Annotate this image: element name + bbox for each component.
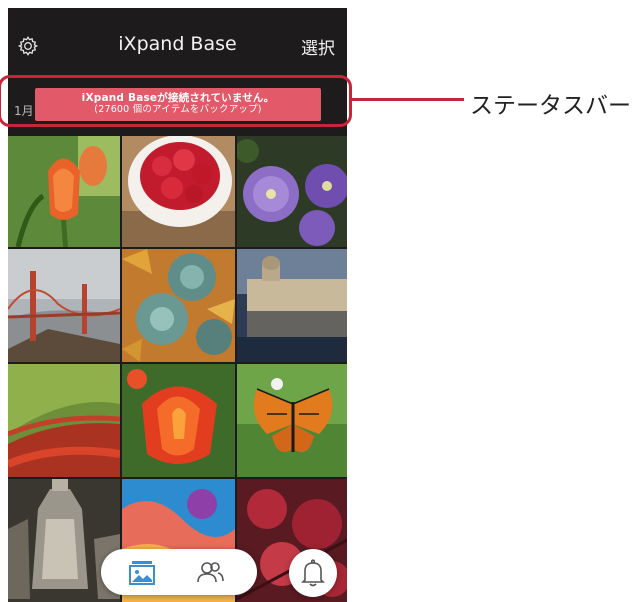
photo-thumbnail[interactable] [122, 136, 235, 247]
photos-icon[interactable] [129, 561, 155, 585]
photo-thumbnail[interactable] [237, 364, 347, 477]
photo-thumbnail[interactable] [8, 136, 120, 247]
app-title: iXpand Base [118, 33, 237, 55]
app-header: iXpand Base 選択 [8, 8, 347, 74]
select-button[interactable]: 選択 [301, 34, 335, 59]
callout-label: ステータスバー [470, 93, 631, 119]
photo-thumbnail[interactable] [122, 364, 235, 477]
status-bar-highlight [0, 75, 352, 127]
notifications-button[interactable] [289, 549, 337, 597]
bottom-tab-bar [101, 549, 257, 595]
callout-leader-line [352, 98, 464, 101]
photo-thumbnail[interactable] [8, 364, 120, 477]
photo-thumbnail[interactable] [237, 136, 347, 247]
photo-thumbnail[interactable] [237, 249, 347, 362]
photo-grid [8, 136, 347, 602]
photo-thumbnail[interactable] [122, 249, 235, 362]
people-icon[interactable] [196, 560, 224, 584]
bell-icon [301, 559, 325, 587]
photo-thumbnail[interactable] [8, 249, 120, 362]
